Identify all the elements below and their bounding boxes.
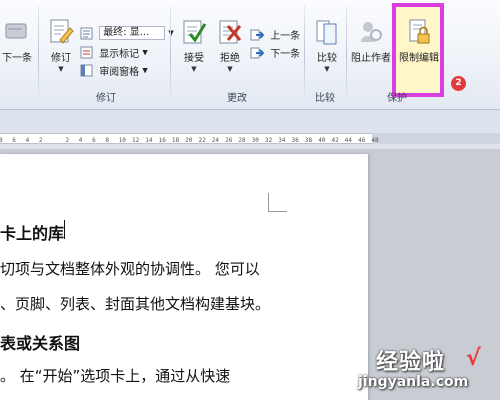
ruler-tick-label: 38 xyxy=(304,137,313,144)
group-separator xyxy=(304,6,305,104)
group-separator xyxy=(38,6,39,104)
display-for-review-dropdown[interactable]: 最终: 显... ▼ xyxy=(80,26,174,42)
reject-label: 拒绝 xyxy=(220,53,240,64)
accept-label: 接受 xyxy=(184,53,204,64)
ruler-tick-label: 26 xyxy=(225,137,233,144)
document-line-3: 。 在“开始”选项卡上，通过从快速 xyxy=(0,367,231,385)
ruler-margin xyxy=(372,133,500,144)
ruler-tick-label: 28 xyxy=(238,137,246,144)
changes-group-label: 更改 xyxy=(227,93,247,104)
watermark-title: 经验啦 xyxy=(376,350,446,375)
reject-icon xyxy=(219,20,242,44)
document-heading-1: 卡上的库 xyxy=(0,224,65,243)
reviewing-pane-icon xyxy=(80,64,93,77)
track-changes-button[interactable]: 修订 ▼ xyxy=(44,18,78,84)
document-line-2: 、页脚、列表、封面其他文档构建基块。 xyxy=(0,295,271,313)
compare-icon xyxy=(316,20,337,45)
reviewing-pane-label: 审阅窗格 xyxy=(99,67,140,78)
compare-label: 比较 xyxy=(317,53,337,64)
show-markup-icon xyxy=(80,46,93,59)
ruler-tick-label: 8 xyxy=(0,137,3,144)
ruler-tick-label: 24 xyxy=(211,137,220,144)
block-authors-button[interactable]: 阻止作者 xyxy=(350,18,392,84)
ruler-tick-label: 32 xyxy=(265,137,273,144)
show-markup-label: 显示标记 xyxy=(99,49,140,60)
watermark-url: jingyanla.com xyxy=(358,374,469,390)
ruler-tick-label: 2 xyxy=(38,137,43,144)
block-authors-icon xyxy=(361,22,382,42)
track-changes-icon xyxy=(50,19,74,44)
ruler-tick-label: 18 xyxy=(171,137,180,144)
previous-icon xyxy=(250,29,265,41)
compare-group-label: 比较 xyxy=(315,93,335,104)
display-for-review-value: 最终: 显... xyxy=(99,26,166,40)
check-icon: √ xyxy=(466,346,481,371)
ruler-tick-label: 22 xyxy=(198,137,206,144)
chevron-down-icon: ▼ xyxy=(324,65,330,73)
chevron-down-icon: ▼ xyxy=(58,65,64,73)
ruler-tick-label: 12 xyxy=(132,137,140,144)
ruler-tick-label: 10 xyxy=(118,137,126,144)
ruler-tick-label: 6 xyxy=(12,137,16,144)
show-markup-button[interactable]: 显示标记 ▼ xyxy=(80,45,148,61)
restrict-editing-button[interactable]: 限制编辑 xyxy=(397,18,441,84)
ruler-tick-label: 48 xyxy=(371,137,379,144)
ruler-tick-label: 44 xyxy=(344,137,353,144)
chevron-down-icon: ▼ xyxy=(191,65,197,73)
reject-button[interactable]: 拒绝 ▼ xyxy=(213,18,247,84)
group-separator xyxy=(346,6,347,104)
ruler-tick-label: 8 xyxy=(105,137,110,144)
ruler-tick-label: 34 xyxy=(278,137,286,144)
review-ribbon: 下一条 修订 ▼ 最终: 显... ▼ 显示标记 ▼ 审阅窗格 ▼ 修订 接受 … xyxy=(0,0,500,110)
accept-icon xyxy=(183,20,207,44)
tracking-group-label: 修订 xyxy=(96,93,116,104)
restrict-editing-icon xyxy=(409,19,430,44)
chevron-down-icon: ▼ xyxy=(142,48,148,57)
compare-button[interactable]: 比较 ▼ xyxy=(310,18,344,84)
ruler-tick-label: 14 xyxy=(145,137,153,144)
watermark: 经验啦 √ jingyanla.com xyxy=(354,344,494,396)
block-authors-label: 阻止作者 xyxy=(351,53,391,64)
ruler-tick-label: 2 xyxy=(65,137,70,144)
document-heading-2: 表或关系图 xyxy=(0,334,81,353)
accept-button[interactable]: 接受 ▼ xyxy=(177,18,211,84)
next-icon xyxy=(250,47,265,59)
document-line-1: 切项与文档整体外观的协调性。 您可以 xyxy=(0,260,260,278)
margin-corner-mark xyxy=(268,193,287,212)
reviewing-pane-button[interactable]: 审阅窗格 ▼ xyxy=(80,63,148,79)
ruler-tick-label: 6 xyxy=(92,137,96,144)
restrict-editing-label: 限制编辑 xyxy=(399,53,439,64)
ruler-tick-label: 16 xyxy=(158,137,166,144)
ruler-tick-label: 36 xyxy=(291,137,299,144)
previous-change-label: 上一条 xyxy=(270,31,301,42)
ruler-tick-label: 30 xyxy=(251,137,259,144)
next-change-label: 下一条 xyxy=(270,49,301,60)
markup-view-icon xyxy=(80,27,93,39)
text-cursor xyxy=(64,220,65,239)
ruler-tick-label: 40 xyxy=(318,137,326,144)
track-changes-label: 修订 xyxy=(51,53,71,64)
chevron-down-icon: ▼ xyxy=(227,65,233,73)
comment-next-icon xyxy=(5,23,27,39)
chevron-down-icon: ▼ xyxy=(142,66,148,75)
group-separator xyxy=(170,6,171,104)
next-comment-button[interactable]: 下一条 xyxy=(0,18,34,84)
ruler-tick-label: 4 xyxy=(78,137,83,144)
step-badge: 2 xyxy=(451,76,466,91)
ruler-tick-label: 46 xyxy=(358,137,366,144)
ruler-tick-label: 42 xyxy=(331,137,339,144)
next-comment-label: 下一条 xyxy=(2,53,32,64)
protect-group-label: 保护 xyxy=(387,93,407,104)
previous-change-button[interactable]: 上一条 xyxy=(250,27,300,43)
ruler-tick-label: 20 xyxy=(185,137,193,144)
ruler-tick-label: 4 xyxy=(25,137,30,144)
next-change-button[interactable]: 下一条 xyxy=(250,45,300,61)
